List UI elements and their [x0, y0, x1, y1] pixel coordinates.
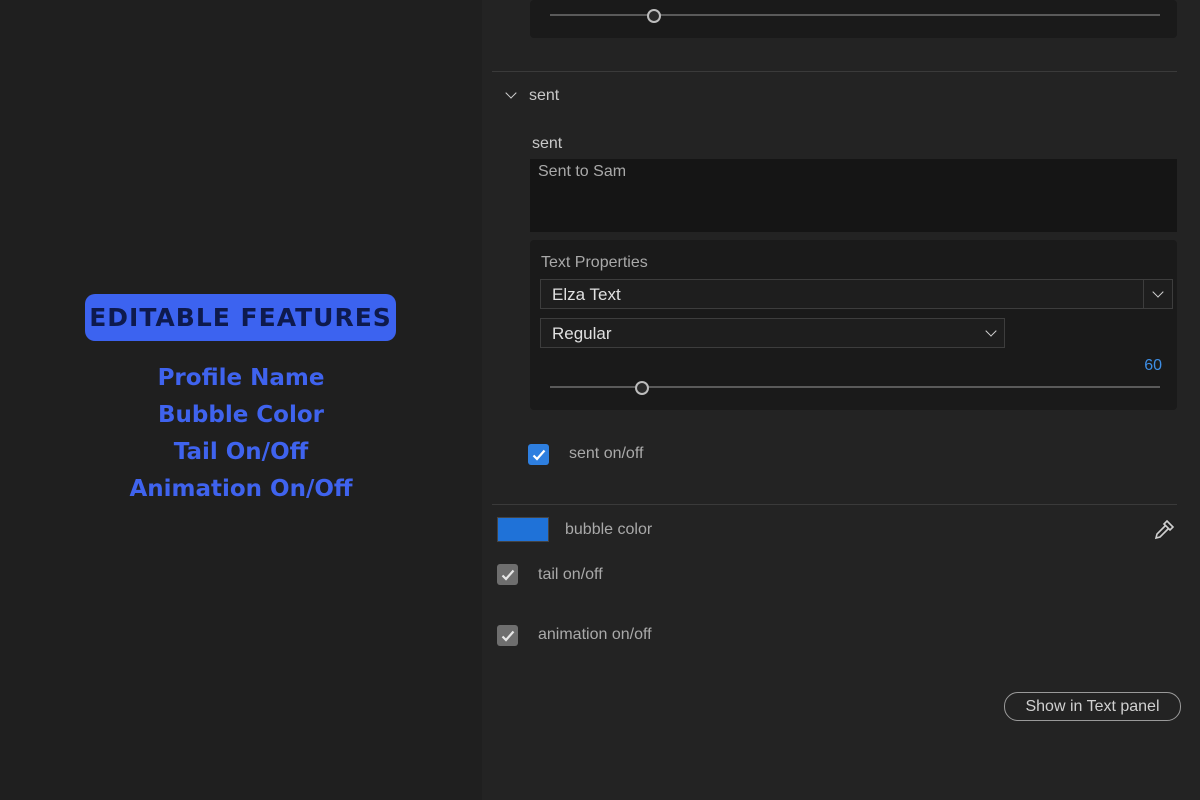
font-family-dropdown-button[interactable]: [1143, 280, 1172, 308]
sent-section-toggle[interactable]: sent: [502, 84, 602, 108]
tail-toggle-label: tail on/off: [538, 566, 603, 583]
font-style-value: Regular: [552, 324, 612, 343]
font-size-value[interactable]: 60: [1144, 357, 1162, 375]
font-family-value: Elza Text: [552, 285, 621, 304]
font-style-dropdown[interactable]: Regular: [540, 318, 1005, 348]
text-properties-box: Text Properties Elza Text Regular 60: [530, 240, 1177, 410]
checkmark-icon: [532, 449, 545, 461]
section-title: sent: [529, 87, 560, 104]
section-divider: [492, 71, 1177, 72]
badge-label: EDITABLE FEATURES: [89, 303, 392, 332]
properties-panel: sent sent Sent to Sam Text Properties El…: [482, 0, 1200, 800]
feature-item: Animation On/Off: [129, 476, 353, 502]
animation-toggle-checkbox[interactable]: [497, 625, 518, 646]
feature-item: Tail On/Off: [173, 439, 309, 465]
font-family-dropdown[interactable]: Elza Text: [540, 279, 1173, 309]
editable-features-badge: EDITABLE FEATURES: [85, 294, 396, 341]
animation-toggle-label: animation on/off: [538, 626, 652, 643]
tail-toggle-checkbox[interactable]: [497, 564, 518, 585]
field-label: sent: [532, 135, 563, 152]
feature-item: Bubble Color: [157, 402, 325, 428]
sent-text-value: Sent to Sam: [538, 163, 627, 180]
sent-toggle-checkbox[interactable]: [528, 444, 549, 465]
checkmark-icon: [501, 630, 514, 642]
chevron-down-icon: [505, 87, 517, 99]
top-slider-thumb[interactable]: [646, 9, 661, 23]
top-slider-track[interactable]: [550, 14, 1160, 16]
checkmark-icon: [501, 569, 514, 581]
sent-text-area[interactable]: Sent to Sam: [530, 159, 1177, 232]
previous-property-box: [530, 0, 1177, 38]
chevron-down-icon: [1152, 286, 1164, 298]
bubble-color-label: bubble color: [565, 521, 653, 538]
font-size-slider-thumb[interactable]: [634, 381, 649, 395]
sent-toggle-label: sent on/off: [569, 445, 644, 462]
feature-list: Profile Name Bubble Color Tail On/Off An…: [0, 360, 482, 508]
eyedropper-icon[interactable]: [1152, 518, 1176, 542]
text-properties-label: Text Properties: [541, 254, 648, 271]
promo-pane: EDITABLE FEATURES Profile Name Bubble Co…: [0, 0, 482, 800]
feature-item: Profile Name: [157, 365, 325, 391]
chevron-down-icon: [985, 325, 997, 337]
show-in-text-panel-button[interactable]: Show in Text panel: [1004, 692, 1181, 721]
section-divider: [492, 504, 1177, 505]
bubble-color-swatch[interactable]: [497, 517, 549, 542]
show-in-text-panel-label: Show in Text panel: [1025, 697, 1160, 715]
